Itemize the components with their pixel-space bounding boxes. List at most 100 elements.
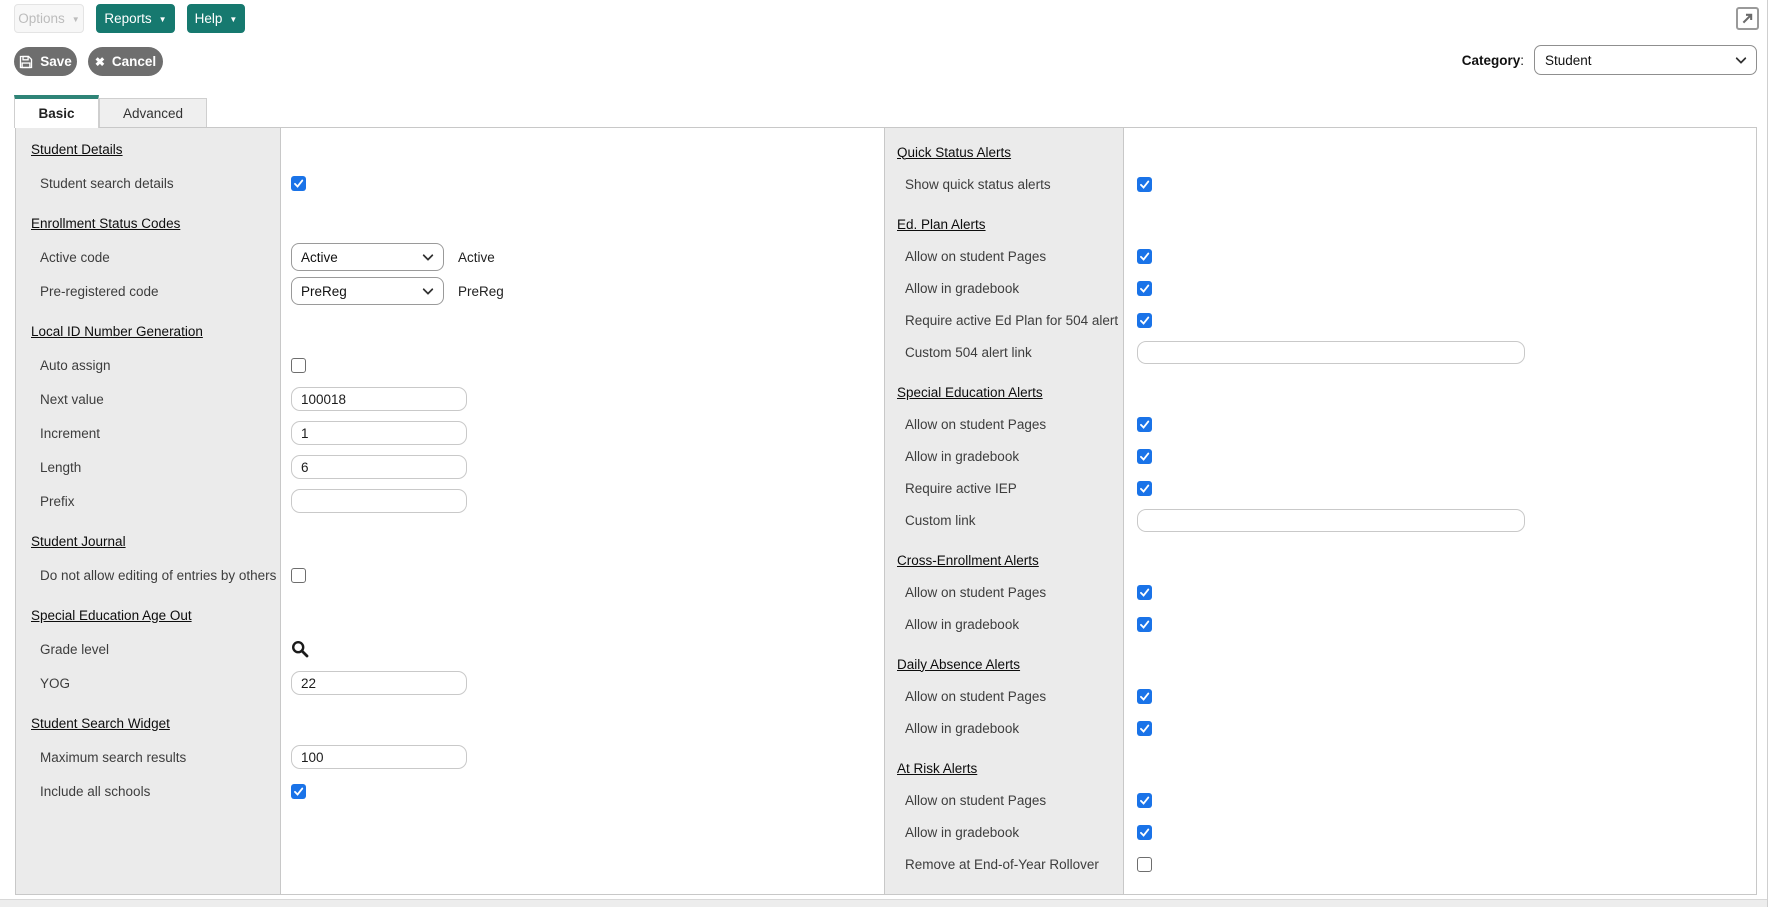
- checkbox[interactable]: [1137, 481, 1152, 496]
- row-control-cell: [1123, 721, 1756, 736]
- search-icon[interactable]: [291, 640, 309, 658]
- section-heading[interactable]: Student Journal: [31, 534, 126, 549]
- field-row: Pre-registered codePreRegPreReg: [16, 274, 884, 308]
- category-label: Category:: [1462, 53, 1524, 68]
- action-row: Save ✖ Cancel Category: Student: [0, 44, 1767, 84]
- cancel-button[interactable]: ✖ Cancel: [88, 47, 163, 76]
- chevron-down-icon: [422, 284, 433, 295]
- open-in-new-icon[interactable]: [1736, 7, 1759, 30]
- checkbox[interactable]: [1137, 689, 1152, 704]
- text-input[interactable]: [291, 745, 467, 769]
- checkbox[interactable]: [291, 358, 306, 373]
- text-input[interactable]: [1137, 341, 1525, 364]
- checkbox[interactable]: [1137, 449, 1152, 464]
- section-heading[interactable]: Cross-Enrollment Alerts: [897, 553, 1039, 568]
- field-row: Grade level: [16, 632, 884, 666]
- magnifier-glyph: [291, 640, 309, 658]
- field-row: Next value: [16, 382, 884, 416]
- section-heading[interactable]: Local ID Number Generation: [31, 324, 203, 339]
- field-row: Allow in gradebook: [885, 816, 1756, 848]
- section-heading[interactable]: Student Search Widget: [31, 716, 170, 731]
- field-row: Allow on student Pages: [885, 680, 1756, 712]
- row-control-cell: [1123, 249, 1756, 264]
- row-control-cell: ActiveActive: [280, 243, 884, 271]
- checkbox[interactable]: [1137, 617, 1152, 632]
- section-heading[interactable]: Enrollment Status Codes: [31, 216, 180, 231]
- field-row: Maximum search results: [16, 740, 884, 774]
- checkbox[interactable]: [1137, 585, 1152, 600]
- field-row: Remove at End-of-Year Rollover: [885, 848, 1756, 880]
- checkbox[interactable]: [1137, 721, 1152, 736]
- row-label-cell: Length: [16, 460, 280, 475]
- checkmark-icon: [1139, 283, 1150, 294]
- field-label: Allow in gradebook: [905, 281, 1019, 296]
- field-label: Allow on student Pages: [905, 585, 1046, 600]
- floppy-disk-icon: [19, 55, 33, 69]
- reports-button[interactable]: Reports ▼: [96, 4, 175, 33]
- settings-panel: Student Details Student search details Enr…: [15, 127, 1757, 895]
- row-label-cell: Special Education Alerts: [885, 385, 1123, 400]
- checkbox[interactable]: [1137, 281, 1152, 296]
- text-input[interactable]: [1137, 509, 1525, 532]
- row-control-cell: [280, 358, 884, 373]
- tab-basic-label: Basic: [38, 106, 74, 121]
- field-label: Grade level: [40, 642, 109, 657]
- text-input[interactable]: [291, 421, 467, 445]
- checkbox[interactable]: [291, 784, 306, 799]
- row-label-cell: Enrollment Status Codes: [16, 216, 280, 231]
- field-label: Require active Ed Plan for 504 alert: [905, 313, 1118, 328]
- section-heading[interactable]: Ed. Plan Alerts: [897, 217, 986, 232]
- field-row: Allow in gradebook: [885, 272, 1756, 304]
- section-heading[interactable]: Student Details: [31, 142, 123, 157]
- tab-basic[interactable]: Basic: [14, 95, 99, 128]
- checkbox[interactable]: [1137, 249, 1152, 264]
- row-control-cell: [1123, 417, 1756, 432]
- section-heading-row: Quick Status Alerts: [885, 136, 1756, 168]
- category-select[interactable]: Student: [1534, 45, 1757, 75]
- options-button[interactable]: Options ▼: [14, 4, 84, 33]
- row-label-cell: Quick Status Alerts: [885, 145, 1123, 160]
- tab-advanced[interactable]: Advanced: [99, 98, 207, 127]
- field-label: Allow on student Pages: [905, 689, 1046, 704]
- row-control-cell: [280, 387, 884, 411]
- text-input[interactable]: [291, 489, 467, 513]
- help-button[interactable]: Help ▼: [187, 4, 245, 33]
- save-button[interactable]: Save: [14, 47, 77, 76]
- text-input[interactable]: [291, 671, 467, 695]
- checkmark-icon: [1139, 723, 1150, 734]
- row-control-cell: [280, 640, 884, 658]
- field-label: Require active IEP: [905, 481, 1017, 496]
- field-label: Allow in gradebook: [905, 449, 1019, 464]
- section-heading[interactable]: Special Education Alerts: [897, 385, 1043, 400]
- section-heading[interactable]: At Risk Alerts: [897, 761, 977, 776]
- checkbox[interactable]: [1137, 857, 1152, 872]
- field-row: Prefix: [16, 484, 884, 518]
- field-row: Active code ActiveActive: [16, 240, 884, 274]
- text-input[interactable]: [291, 387, 467, 411]
- field-row: Allow on student Pages: [885, 408, 1756, 440]
- section-heading[interactable]: Daily Absence Alerts: [897, 657, 1020, 672]
- section-heading[interactable]: Quick Status Alerts: [897, 145, 1011, 160]
- row-control-cell: [1123, 825, 1756, 840]
- checkbox[interactable]: [1137, 417, 1152, 432]
- field-select[interactable]: PreReg: [291, 277, 444, 305]
- section-heading-row: Student Search Widget: [16, 706, 884, 740]
- row-label-cell: Local ID Number Generation: [16, 324, 280, 339]
- checkbox[interactable]: [291, 568, 306, 583]
- row-label-cell: Student Journal: [16, 534, 280, 549]
- tab-strip: Basic Advanced: [0, 95, 1767, 127]
- text-input[interactable]: [291, 455, 467, 479]
- checkbox[interactable]: [1137, 793, 1152, 808]
- row-label-cell: Student search details: [16, 176, 280, 191]
- checkbox[interactable]: [1137, 177, 1152, 192]
- checkbox[interactable]: [1137, 825, 1152, 840]
- field-select[interactable]: Active: [291, 243, 444, 271]
- field-label: Do not allow editing of entries by other…: [40, 568, 276, 583]
- field-label: Remove at End-of-Year Rollover: [905, 857, 1099, 872]
- section-heading-row: Cross-Enrollment Alerts: [885, 544, 1756, 576]
- field-label: Active code: [40, 250, 110, 265]
- section-heading[interactable]: Special Education Age Out: [31, 608, 192, 623]
- checkbox[interactable]: [291, 176, 306, 191]
- checkbox[interactable]: [1137, 313, 1152, 328]
- horizontal-scrollbar[interactable]: [0, 899, 1767, 907]
